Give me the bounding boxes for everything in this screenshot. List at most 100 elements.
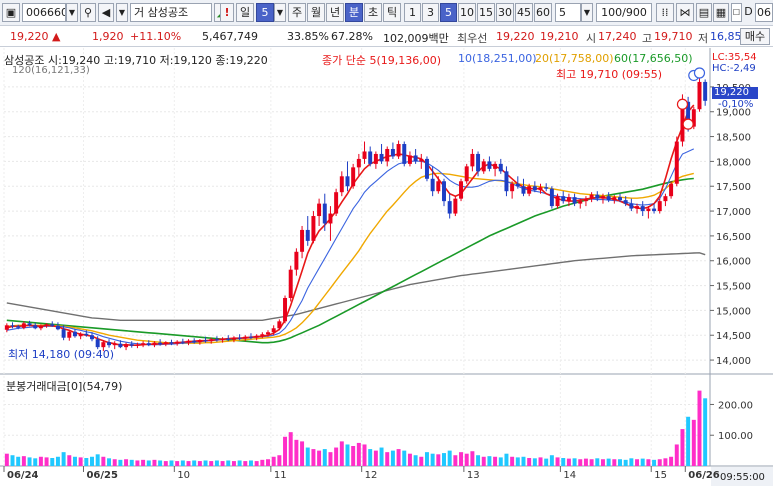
trade-volume: 5,467,749 bbox=[202, 30, 258, 43]
volume-bar bbox=[635, 459, 640, 466]
candle-body bbox=[322, 203, 327, 224]
volume-bar bbox=[419, 456, 424, 466]
volume-bar bbox=[328, 452, 333, 466]
candle-body bbox=[413, 155, 418, 162]
candle-body bbox=[351, 167, 356, 187]
candle-body bbox=[334, 192, 339, 214]
window-menu-icon[interactable]: ▣ bbox=[2, 3, 20, 22]
period-minute-button[interactable]: 분 bbox=[345, 3, 363, 22]
volume-bar bbox=[226, 460, 231, 466]
volume-bar bbox=[4, 453, 9, 466]
candle-body bbox=[27, 323, 32, 326]
candle-body bbox=[589, 194, 594, 199]
search-icon[interactable]: ⚲ bbox=[80, 3, 96, 22]
candle-body bbox=[61, 329, 66, 338]
interval-10-button[interactable]: 10 bbox=[458, 3, 476, 22]
price-tick-label: 14,500 bbox=[716, 331, 751, 342]
volume-bar bbox=[180, 460, 185, 466]
best-bid-price: 19,210 bbox=[540, 30, 579, 43]
volume-bar bbox=[379, 447, 384, 466]
candle-body bbox=[16, 326, 21, 328]
low-annotation: 최저 14,180 (09:40) bbox=[8, 348, 115, 361]
volume-bar bbox=[424, 452, 429, 466]
candle-body bbox=[646, 208, 651, 212]
volume-bar bbox=[112, 459, 117, 466]
candle-body bbox=[385, 148, 390, 162]
volume-bar bbox=[618, 459, 622, 466]
interval-60-button[interactable]: 60 bbox=[534, 3, 552, 22]
interval-30-button[interactable]: 30 bbox=[496, 3, 514, 22]
candle-body bbox=[10, 325, 15, 327]
price-chart[interactable]: 14,000 14,500 15,000 15,500 16,000 16,500 17,0… bbox=[0, 48, 773, 486]
volume-bar bbox=[248, 460, 253, 466]
price-tick-label: 16,500 bbox=[716, 232, 751, 243]
save-icon[interactable]: ▤ bbox=[696, 3, 712, 22]
volume-bar bbox=[72, 456, 77, 466]
volume-bar bbox=[254, 461, 259, 466]
volume-bar bbox=[600, 459, 605, 466]
quote-bar: 19,220 ▲ 1,920 +11.10% 5,467,749 33.85% … bbox=[0, 27, 773, 47]
interval-count-dropdown-icon[interactable]: ▼ bbox=[581, 3, 593, 22]
candle-body bbox=[266, 332, 270, 335]
volume-bar bbox=[169, 460, 174, 466]
alert-button[interactable]: ! bbox=[220, 3, 234, 22]
candle-body bbox=[640, 206, 645, 212]
candle-body bbox=[214, 339, 219, 341]
volume-bar bbox=[430, 453, 435, 466]
candle-body bbox=[237, 337, 242, 339]
speaker-icon[interactable]: ◀ bbox=[98, 3, 114, 22]
indicator-icon[interactable]: ⋈ bbox=[676, 3, 694, 22]
period-num-dropdown-icon[interactable]: ▼ bbox=[274, 3, 286, 22]
candle-body bbox=[595, 194, 600, 199]
candle-body bbox=[583, 198, 588, 202]
candle-body bbox=[84, 333, 89, 336]
candle-body bbox=[612, 197, 617, 201]
interval-count-input[interactable]: 5 bbox=[555, 3, 581, 22]
period-tick-button[interactable]: 틱 bbox=[383, 3, 401, 22]
chart-type-icon[interactable]: ⁞⁞ bbox=[656, 3, 674, 22]
candle-body bbox=[515, 183, 520, 187]
layout-icon[interactable]: ▦ bbox=[713, 3, 729, 22]
d-checkbox[interactable]: ☐ bbox=[731, 3, 742, 22]
period-week-button[interactable]: 주 bbox=[288, 3, 306, 22]
interval-1-button[interactable]: 1 bbox=[404, 3, 421, 22]
price-change: 1,920 bbox=[92, 30, 124, 43]
volume-bar bbox=[572, 458, 577, 466]
candle-body bbox=[652, 208, 657, 212]
interval-5-button[interactable]: 5 bbox=[440, 3, 457, 22]
candle-body bbox=[669, 183, 674, 197]
candle-body bbox=[21, 323, 26, 328]
stock-code-input[interactable]: 006660 bbox=[22, 3, 66, 22]
candle-body bbox=[283, 297, 288, 322]
period-num-button[interactable]: 5 bbox=[256, 3, 274, 22]
candle-body bbox=[544, 187, 549, 189]
candle-body bbox=[447, 201, 452, 214]
candle-body bbox=[407, 155, 412, 164]
data-range-input[interactable]: 100/900 bbox=[596, 3, 652, 22]
volume-bar bbox=[515, 457, 520, 466]
period-month-button[interactable]: 월 bbox=[307, 3, 325, 22]
price-tick-label: 18,000 bbox=[716, 157, 751, 168]
period-day-button[interactable]: 일 bbox=[236, 3, 254, 22]
volume-rate-2: 67.28% bbox=[331, 30, 373, 43]
period-second-button[interactable]: 초 bbox=[364, 3, 382, 22]
candle-body bbox=[674, 141, 679, 184]
secondary-code-input[interactable]: 06 bbox=[755, 3, 773, 22]
candle-body bbox=[163, 342, 168, 345]
candle-body bbox=[248, 336, 253, 338]
speaker-dropdown-icon[interactable]: ▼ bbox=[116, 3, 128, 22]
buy-order-button[interactable]: 매수 bbox=[740, 28, 770, 45]
volume-bar bbox=[663, 458, 668, 466]
volume-bar bbox=[27, 457, 32, 466]
candle-body bbox=[402, 144, 407, 164]
code-dropdown-icon[interactable]: ▼ bbox=[66, 3, 78, 22]
volume-bar bbox=[640, 458, 645, 466]
interval-3-button[interactable]: 3 bbox=[422, 3, 439, 22]
interval-45-button[interactable]: 45 bbox=[515, 3, 533, 22]
candle-body bbox=[146, 343, 151, 346]
candle-body bbox=[38, 325, 43, 329]
volume-bar bbox=[38, 456, 43, 466]
interval-15-button[interactable]: 15 bbox=[477, 3, 495, 22]
stock-name-field[interactable]: 거 삼성공조 bbox=[130, 3, 212, 22]
period-year-button[interactable]: 년 bbox=[326, 3, 344, 22]
